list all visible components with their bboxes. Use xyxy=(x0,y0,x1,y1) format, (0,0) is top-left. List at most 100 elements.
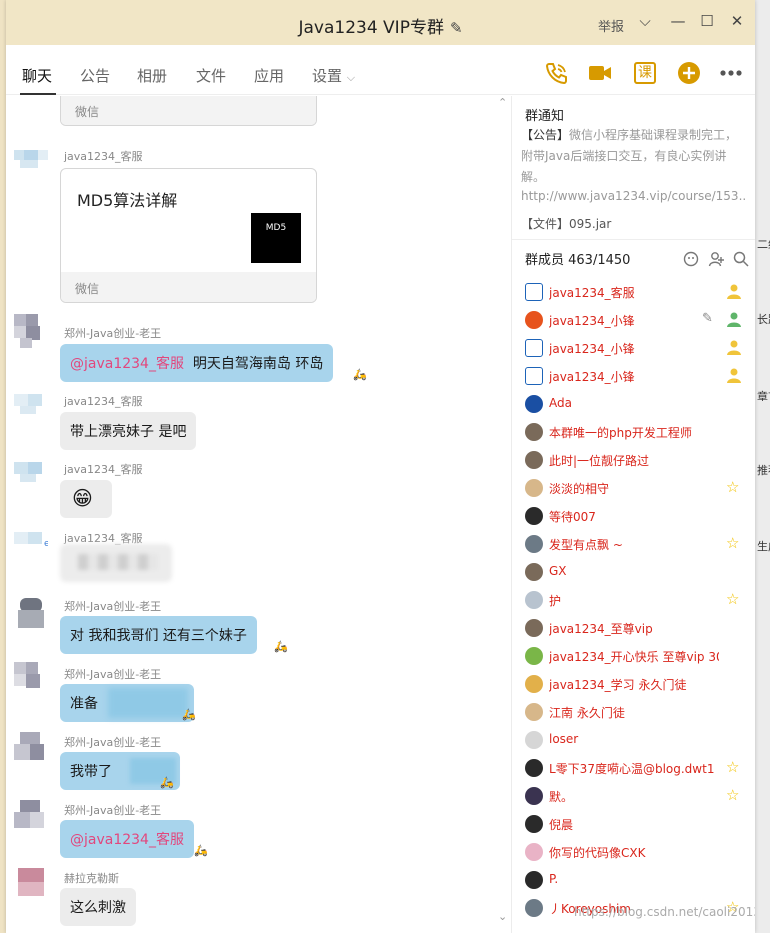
sender-name: 郑州-Java创业-老王 xyxy=(64,804,162,817)
avatar[interactable] xyxy=(14,314,48,348)
member-row[interactable]: 倪晨 xyxy=(525,814,750,834)
avatar[interactable] xyxy=(14,596,48,630)
message-bubble-blurred[interactable] xyxy=(60,544,172,582)
message-card-partial[interactable]: 微信 xyxy=(60,96,317,126)
member-row[interactable]: java1234_小锋 ✎ xyxy=(525,310,750,330)
member-avatar xyxy=(525,283,543,301)
sender-name: 郑州-Java创业-老王 xyxy=(64,327,162,340)
tab-announcement[interactable]: 公告 xyxy=(80,65,110,86)
member-name: 淡淡的相守 xyxy=(549,482,610,496)
member-row[interactable]: 你写的代码像CXK xyxy=(525,842,750,862)
avatar[interactable]: e xyxy=(14,526,48,560)
video-icon[interactable] xyxy=(587,60,613,86)
member-row[interactable]: 淡淡的相守 ☆ xyxy=(525,478,750,498)
member-row[interactable]: 默。 ☆ xyxy=(525,786,750,806)
member-row[interactable]: java1234_小锋 xyxy=(525,366,750,386)
member-row[interactable]: GX xyxy=(525,562,750,582)
member-name: 倪晨 xyxy=(549,818,574,832)
message-bubble[interactable]: 对 我和我哥们 还有三个妹子 xyxy=(60,616,257,654)
redacted-text xyxy=(108,688,188,718)
member-row[interactable]: loser xyxy=(525,730,750,750)
notice-link[interactable]: http://www.java1234.vip/course/153... xyxy=(521,189,747,203)
member-row[interactable]: 本群唯一的php开发工程师 xyxy=(525,422,750,442)
plus-circle-icon[interactable] xyxy=(676,60,702,86)
chat-history[interactable]: ⌃ 微信 java1234_客服 MD5算法详解 MD5 微信 郑州-Java创… xyxy=(6,96,511,933)
mention-text[interactable]: @java1234_客服 xyxy=(70,832,184,848)
member-name: java1234_小锋 xyxy=(549,314,635,328)
message-bubble[interactable]: 😁 xyxy=(60,480,112,518)
member-row[interactable]: java1234_客服 xyxy=(525,282,750,302)
expand-icon[interactable]: ⌄ xyxy=(498,910,507,923)
phone-icon[interactable] xyxy=(543,60,569,86)
message-bubble[interactable]: @java1234_客服 xyxy=(60,820,194,858)
tab-apps[interactable]: 应用 xyxy=(254,65,284,86)
star-badge-icon: ☆ xyxy=(726,534,740,552)
member-row[interactable]: 发型有点飘 ~ ☆ xyxy=(525,534,750,554)
notice-tag: 【公告】 xyxy=(521,128,570,142)
member-row[interactable]: 江南 永久门徒 xyxy=(525,702,750,722)
member-name: L零下37度嗬心温@blog.dwt1 xyxy=(549,762,715,776)
watermark-text: https://blog.csdn.net/caoli201314 xyxy=(574,905,755,919)
message-text: 带上漂亮妹子 是吧 xyxy=(70,424,187,440)
add-member-icon[interactable] xyxy=(708,251,724,267)
message-card[interactable]: MD5算法详解 MD5 微信 xyxy=(60,168,317,303)
search-icon[interactable] xyxy=(733,251,749,267)
avatar[interactable] xyxy=(14,458,48,492)
member-row[interactable]: java1234_至尊vip xyxy=(525,618,750,638)
member-row[interactable]: java1234_小锋 xyxy=(525,338,750,358)
mention-text[interactable]: @java1234_客服 xyxy=(70,356,184,372)
member-name: 默。 xyxy=(549,790,574,804)
avatar[interactable] xyxy=(14,798,48,832)
avatar[interactable] xyxy=(14,866,48,900)
notice-file[interactable]: 【文件】095.jar xyxy=(521,215,611,232)
member-name: java1234_小锋 xyxy=(549,370,635,384)
avatar[interactable] xyxy=(14,730,48,764)
pencil-icon[interactable]: ✎ xyxy=(450,19,463,37)
avatar[interactable] xyxy=(14,662,48,696)
message-text: 明天自驾海南岛 环岛 xyxy=(192,356,324,372)
member-row[interactable]: P. xyxy=(525,870,750,890)
message-bubble[interactable]: 这么刺激 xyxy=(60,888,136,926)
course-button[interactable]: 课 xyxy=(634,62,656,84)
member-row[interactable]: 此时|一位靓仔路过 xyxy=(525,450,750,470)
sticker-icon: 🛵 xyxy=(182,708,196,721)
member-avatar xyxy=(525,675,543,693)
member-avatar xyxy=(525,899,543,917)
sender-name: 郑州-Java创业-老王 xyxy=(64,668,162,681)
message-bubble[interactable]: 带上漂亮妹子 是吧 xyxy=(60,412,197,450)
sender-name: 郑州-Java创业-老王 xyxy=(64,736,162,749)
notice-body[interactable]: 【公告】微信小程序基础课程录制完工，附带Java后端接口交互，有良心实例讲解。 xyxy=(521,125,747,188)
member-name: GX xyxy=(549,564,567,578)
member-avatar xyxy=(525,731,543,749)
maximize-icon[interactable]: ☐ xyxy=(698,12,716,30)
message-bubble[interactable]: @java1234_客服 明天自驾海南岛 环岛 xyxy=(60,344,334,382)
member-row[interactable]: L零下37度嗬心温@blog.dwt1 ☆ xyxy=(525,758,750,778)
member-row[interactable]: 等待007 xyxy=(525,506,750,526)
more-icon[interactable] xyxy=(718,60,744,86)
avatar[interactable] xyxy=(14,144,48,178)
search-members-icon[interactable] xyxy=(683,251,699,267)
close-icon[interactable]: ✕ xyxy=(728,12,746,30)
member-row[interactable]: Ada xyxy=(525,394,750,414)
chevron-down-icon[interactable]: ⌵ xyxy=(636,12,654,30)
tab-chat[interactable]: 聊天 xyxy=(22,65,52,86)
member-name: 发型有点飘 ~ xyxy=(549,538,623,552)
message-bubble[interactable]: 准备 xyxy=(60,684,194,722)
member-row[interactable]: java1234_开心快乐 至尊vip 30% xyxy=(525,646,750,666)
avatar[interactable] xyxy=(14,390,48,424)
star-badge-icon: ☆ xyxy=(726,758,740,776)
member-row[interactable]: 护 ☆ xyxy=(525,590,750,610)
tab-album[interactable]: 相册 xyxy=(137,65,167,86)
member-name: 等待007 xyxy=(549,510,596,524)
minimize-icon[interactable]: — xyxy=(669,12,687,30)
edit-card-icon[interactable]: ✎ xyxy=(702,311,713,326)
tab-files[interactable]: 文件 xyxy=(196,65,226,86)
members-title: 群成员 463/1450 xyxy=(525,253,631,268)
collapse-icon[interactable]: ⌃ xyxy=(498,96,507,109)
desktop-label: 推荐 xyxy=(757,464,770,477)
tab-settings[interactable]: 设置 ⌵ xyxy=(312,65,355,86)
title-bar[interactable]: Java1234 VIP专群 ✎ 举报 ⌵ — ☐ ✕ xyxy=(6,0,755,45)
member-row[interactable]: java1234_学习 永久门徒 xyxy=(525,674,750,694)
report-button[interactable]: 举报 xyxy=(598,16,624,35)
member-avatar xyxy=(525,451,543,469)
